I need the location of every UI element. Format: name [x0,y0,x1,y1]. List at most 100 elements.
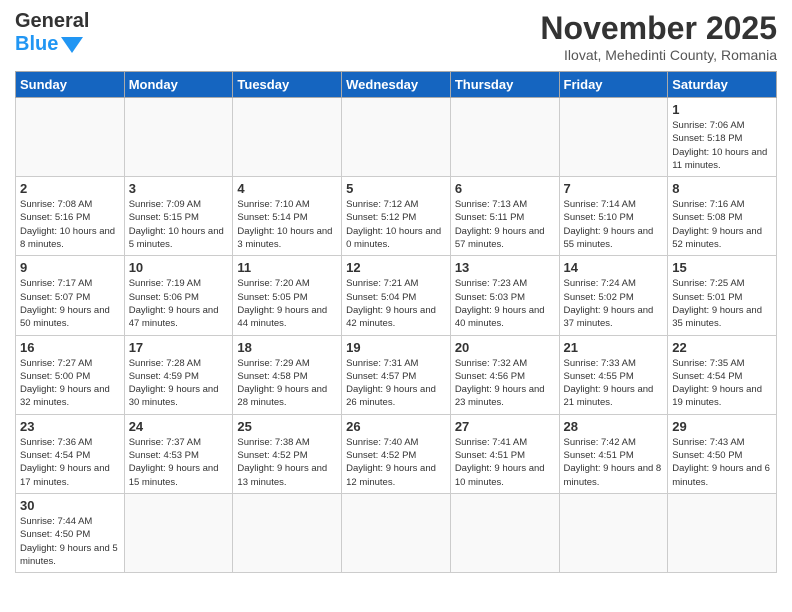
day-info: Sunrise: 7:43 AMSunset: 4:50 PMDaylight:… [672,436,772,489]
calendar-header-row: SundayMondayTuesdayWednesdayThursdayFrid… [16,72,777,98]
day-info: Sunrise: 7:33 AMSunset: 4:55 PMDaylight:… [564,357,664,410]
day-number: 2 [20,181,120,196]
calendar-cell: 27Sunrise: 7:41 AMSunset: 4:51 PMDayligh… [450,414,559,493]
day-number: 20 [455,340,555,355]
day-info: Sunrise: 7:28 AMSunset: 4:59 PMDaylight:… [129,357,229,410]
calendar-cell: 6Sunrise: 7:13 AMSunset: 5:11 PMDaylight… [450,177,559,256]
header: General Blue November 2025 Ilovat, Mehed… [15,10,777,63]
day-info: Sunrise: 7:20 AMSunset: 5:05 PMDaylight:… [237,277,337,330]
month-title: November 2025 [540,10,777,47]
weekday-header-friday: Friday [559,72,668,98]
day-number: 19 [346,340,446,355]
day-info: Sunrise: 7:13 AMSunset: 5:11 PMDaylight:… [455,198,555,251]
calendar-week-3: 9Sunrise: 7:17 AMSunset: 5:07 PMDaylight… [16,256,777,335]
day-number: 8 [672,181,772,196]
calendar-cell [559,98,668,177]
calendar-cell [450,493,559,572]
day-number: 4 [237,181,337,196]
calendar-cell: 13 Sunrise: 7:23 AMSunset: 5:03 PMDayligh… [450,256,559,335]
calendar-cell [342,98,451,177]
day-info: Sunrise: 7:36 AMSunset: 4:54 PMDaylight:… [20,436,120,489]
day-number: 13 [455,260,555,275]
logo-text-general: General [15,10,89,33]
day-info: Sunrise: 7:24 AMSunset: 5:02 PMDaylight:… [564,277,664,330]
day-info: Sunrise: 7:31 AMSunset: 4:57 PMDaylight:… [346,357,446,410]
logo-triangle-icon [61,37,83,53]
calendar-week-2: 2 Sunrise: 7:08 AMSunset: 5:16 PMDaylight… [16,177,777,256]
weekday-header-tuesday: Tuesday [233,72,342,98]
day-info: Sunrise: 7:32 AMSunset: 4:56 PMDaylight:… [455,357,555,410]
day-info: Sunrise: 7:44 AMSunset: 4:50 PMDaylight:… [20,515,120,568]
day-number: 21 [564,340,664,355]
day-number: 17 [129,340,229,355]
day-number: 14 [564,260,664,275]
day-info: Sunrise: 7:10 AMSunset: 5:14 PMDaylight:… [237,198,337,251]
calendar-week-6: 30 Sunrise: 7:44 AMSunset: 4:50 PMDayligh… [16,493,777,572]
calendar-cell [559,493,668,572]
logo: General Blue [15,10,89,56]
calendar-cell: 25 Sunrise: 7:38 AMSunset: 4:52 PMDayligh… [233,414,342,493]
day-number: 25 [237,419,337,434]
calendar-cell [450,98,559,177]
calendar-cell [16,98,125,177]
calendar-cell: 17 Sunrise: 7:28 AMSunset: 4:59 PMDayligh… [124,335,233,414]
day-number: 26 [346,419,446,434]
day-info: Sunrise: 7:21 AMSunset: 5:04 PMDaylight:… [346,277,446,330]
day-number: 18 [237,340,337,355]
day-info: Sunrise: 7:37 AMSunset: 4:53 PMDaylight:… [129,436,229,489]
calendar-cell: 4 Sunrise: 7:10 AMSunset: 5:14 PMDaylight… [233,177,342,256]
calendar-table: SundayMondayTuesdayWednesdayThursdayFrid… [15,71,777,573]
calendar-cell: 14 Sunrise: 7:24 AMSunset: 5:02 PMDayligh… [559,256,668,335]
calendar-cell: 3 Sunrise: 7:09 AMSunset: 5:15 PMDaylight… [124,177,233,256]
calendar-week-5: 23Sunrise: 7:36 AMSunset: 4:54 PMDayligh… [16,414,777,493]
day-number: 3 [129,181,229,196]
calendar-cell: 22Sunrise: 7:35 AMSunset: 4:54 PMDayligh… [668,335,777,414]
day-info: Sunrise: 7:08 AMSunset: 5:16 PMDaylight:… [20,198,120,251]
calendar-cell: 29 Sunrise: 7:43 AMSunset: 4:50 PMDayligh… [668,414,777,493]
day-number: 27 [455,419,555,434]
day-number: 30 [20,498,120,513]
day-info: Sunrise: 7:12 AMSunset: 5:12 PMDaylight:… [346,198,446,251]
day-info: Sunrise: 7:42 AMSunset: 4:51 PMDaylight:… [564,436,664,489]
day-info: Sunrise: 7:09 AMSunset: 5:15 PMDaylight:… [129,198,229,251]
weekday-header-monday: Monday [124,72,233,98]
day-number: 10 [129,260,229,275]
calendar-cell: 23Sunrise: 7:36 AMSunset: 4:54 PMDayligh… [16,414,125,493]
logo-text-blue: Blue [15,33,58,56]
day-number: 29 [672,419,772,434]
calendar-cell: 8 Sunrise: 7:16 AMSunset: 5:08 PMDaylight… [668,177,777,256]
day-number: 15 [672,260,772,275]
day-number: 24 [129,419,229,434]
calendar-cell: 16Sunrise: 7:27 AMSunset: 5:00 PMDayligh… [16,335,125,414]
calendar-cell: 15Sunrise: 7:25 AMSunset: 5:01 PMDayligh… [668,256,777,335]
day-info: Sunrise: 7:35 AMSunset: 4:54 PMDaylight:… [672,357,772,410]
calendar-cell [124,98,233,177]
day-info: Sunrise: 7:40 AMSunset: 4:52 PMDaylight:… [346,436,446,489]
day-info: Sunrise: 7:38 AMSunset: 4:52 PMDaylight:… [237,436,337,489]
calendar-cell [668,493,777,572]
calendar-cell [124,493,233,572]
title-area: November 2025 Ilovat, Mehedinti County, … [540,10,777,63]
day-number: 11 [237,260,337,275]
day-info: Sunrise: 7:14 AMSunset: 5:10 PMDaylight:… [564,198,664,251]
calendar-week-4: 16Sunrise: 7:27 AMSunset: 5:00 PMDayligh… [16,335,777,414]
day-info: Sunrise: 7:29 AMSunset: 4:58 PMDaylight:… [237,357,337,410]
calendar-cell: 20 Sunrise: 7:32 AMSunset: 4:56 PMDayligh… [450,335,559,414]
calendar-cell: 2 Sunrise: 7:08 AMSunset: 5:16 PMDaylight… [16,177,125,256]
location: Ilovat, Mehedinti County, Romania [540,47,777,63]
day-info: Sunrise: 7:23 AMSunset: 5:03 PMDaylight:… [455,277,555,330]
calendar-cell: 9Sunrise: 7:17 AMSunset: 5:07 PMDaylight… [16,256,125,335]
day-number: 28 [564,419,664,434]
day-info: Sunrise: 7:16 AMSunset: 5:08 PMDaylight:… [672,198,772,251]
calendar-cell: 7 Sunrise: 7:14 AMSunset: 5:10 PMDaylight… [559,177,668,256]
calendar-cell: 12 Sunrise: 7:21 AMSunset: 5:04 PMDayligh… [342,256,451,335]
calendar-cell: 11 Sunrise: 7:20 AMSunset: 5:05 PMDayligh… [233,256,342,335]
weekday-header-saturday: Saturday [668,72,777,98]
day-info: Sunrise: 7:17 AMSunset: 5:07 PMDaylight:… [20,277,120,330]
weekday-header-wednesday: Wednesday [342,72,451,98]
day-number: 5 [346,181,446,196]
day-number: 7 [564,181,664,196]
day-info: Sunrise: 7:27 AMSunset: 5:00 PMDaylight:… [20,357,120,410]
day-number: 12 [346,260,446,275]
day-info: Sunrise: 7:19 AMSunset: 5:06 PMDaylight:… [129,277,229,330]
